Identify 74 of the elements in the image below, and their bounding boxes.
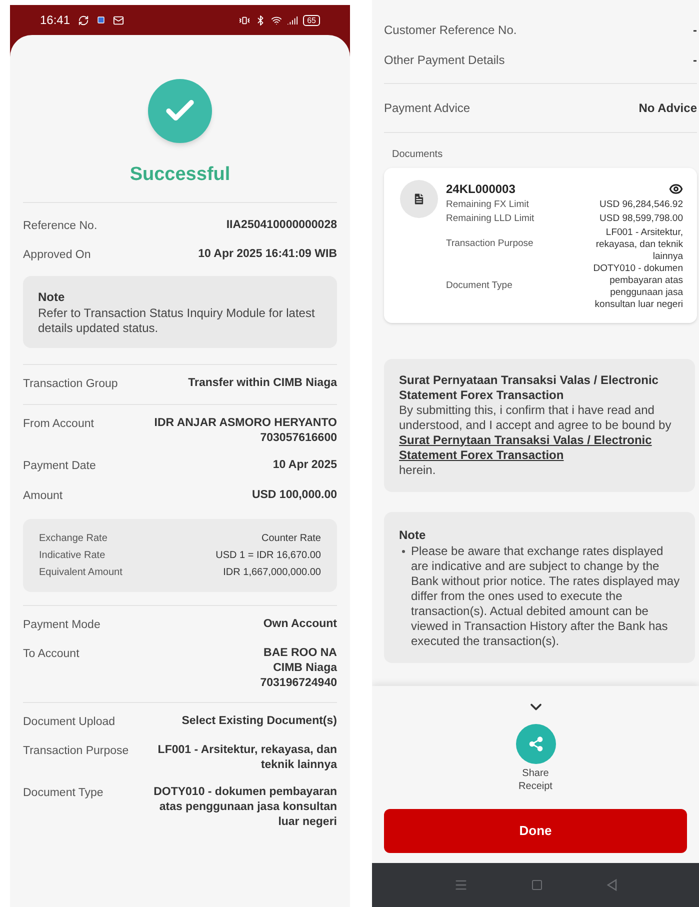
field-value: - xyxy=(693,52,697,69)
field-value: 703196724940 xyxy=(260,676,337,691)
field-label: Transaction Purpose xyxy=(23,744,130,760)
rate-label: Exchange Rate xyxy=(39,532,108,546)
field-label: Customer Reference No. xyxy=(384,22,517,39)
statement-link[interactable]: Surat Pernytaan Transaksi Valas / Electronic Statement Forex Transaction xyxy=(399,432,680,462)
vibrate-icon xyxy=(239,14,250,26)
field-label: Document Upload xyxy=(23,715,116,730)
rate-label: Indicative Rate xyxy=(39,548,106,563)
bluetooth-icon xyxy=(255,14,266,26)
field-value: - xyxy=(693,22,697,39)
share-receipt-button[interactable]: Share Receipt xyxy=(516,724,556,793)
clock-time: 16:41 xyxy=(40,12,70,29)
view-icon[interactable] xyxy=(669,182,683,196)
field-label: To Account xyxy=(23,647,80,662)
success-check-icon xyxy=(148,79,212,143)
field-label: Payment Advice xyxy=(384,100,470,117)
mail-icon xyxy=(113,14,124,26)
field-value: 10 Apr 2025 16:41:09 WIB xyxy=(198,246,337,262)
field-value: Own Account xyxy=(263,616,337,632)
detail-label: Remaining LLD Limit xyxy=(446,212,534,226)
rate-label: Equivalent Amount xyxy=(39,566,122,580)
success-title: Successful xyxy=(128,163,232,187)
detail-value: USD 96,284,546.92 xyxy=(600,199,683,212)
field-value: No Advice xyxy=(638,100,697,117)
rate-value: Counter Rate xyxy=(262,532,321,546)
documents-label: Documents xyxy=(391,148,444,162)
home-icon[interactable] xyxy=(530,879,542,891)
back-icon[interactable] xyxy=(606,879,618,891)
field-value: 703057616600 xyxy=(260,431,337,446)
field-value: USD 100,000.00 xyxy=(252,488,337,502)
document-number: 24KL000003 xyxy=(446,181,516,198)
sync-icon xyxy=(78,14,90,26)
field-value: IDR ANJAR ASMORO HERYANTO xyxy=(154,416,337,432)
field-label: Reference No. xyxy=(23,218,98,234)
note-title: Note xyxy=(399,526,427,544)
menu-icon[interactable] xyxy=(454,878,468,892)
wifi-icon xyxy=(271,14,282,26)
field-label: Payment Date xyxy=(23,459,97,474)
field-label: Other Payment Details xyxy=(384,52,505,69)
field-value: BAE ROO NA xyxy=(264,646,337,661)
field-value: 10 Apr 2025 xyxy=(272,458,337,474)
document-icon xyxy=(400,180,438,218)
detail-value: USD 98,599,798.00 xyxy=(600,213,683,226)
field-value: Transfer within CIMB Niaga xyxy=(188,376,337,391)
square-icon xyxy=(97,16,106,24)
field-value: LF001 - Arsitektur, rekayasa, dan teknik lainnya xyxy=(156,743,337,774)
statement-title: Surat Pernyataan Transaksi Valas / Electronic Statement Forex Transaction xyxy=(399,372,660,402)
field-value: CIMB Niaga xyxy=(273,661,337,676)
field-label: From Account xyxy=(23,417,95,432)
field-value: DOTY010 - dokumen pembayaran atas penggunaan jasa konsultan luar negeri xyxy=(152,785,337,830)
battery-level: 65 xyxy=(303,14,320,26)
note-text: Please be aware that exchange rates displayed are indicative and are subject to change by the Bank without prior notice. The rates displayed may differ from the ones used to execute the transaction(s). Actual debited amount can be viewed in Transaction History after the Bank has executed the transaction(s). xyxy=(411,544,680,648)
share-icon xyxy=(516,724,556,764)
field-label: Approved On xyxy=(23,248,92,263)
field-label: Amount xyxy=(23,488,64,504)
detail-label: Document Type xyxy=(446,279,512,294)
field-value: Select Existing Document(s) xyxy=(182,714,337,729)
detail-value: DOTY010 - dokumen pembayaran atas penggunaan jasa konsultan luar negeri xyxy=(592,262,683,310)
bullet-icon xyxy=(402,550,405,552)
note-title: Note xyxy=(38,289,66,306)
field-label: Transaction Group xyxy=(23,377,119,392)
done-button[interactable]: Done xyxy=(384,809,687,853)
signal-icon xyxy=(287,14,298,26)
rate-value: USD 1 = IDR 16,670.00 xyxy=(216,548,321,563)
field-value: IIA250410000000028 xyxy=(226,218,337,232)
field-label: Payment Mode xyxy=(23,618,102,633)
rate-value: IDR 1,667,000,000.00 xyxy=(223,566,321,580)
detail-label: Remaining FX Limit xyxy=(446,198,529,212)
detail-value: LF001 - Arsitektur, rekayasa, dan teknik lainnya xyxy=(594,226,683,262)
field-label: Document Type xyxy=(23,786,104,802)
detail-label: Transaction Purpose xyxy=(446,237,534,252)
statement-text: By submitting this, i confirm that i have read and understood, and I accept and agree to be bound by Surat Pernytaan Transaksi Valas / Electronic Statement Forex Transaction herein. xyxy=(399,402,680,478)
note-text: Refer to Transaction Status Inquiry Module for latest details updated status. xyxy=(38,306,316,336)
